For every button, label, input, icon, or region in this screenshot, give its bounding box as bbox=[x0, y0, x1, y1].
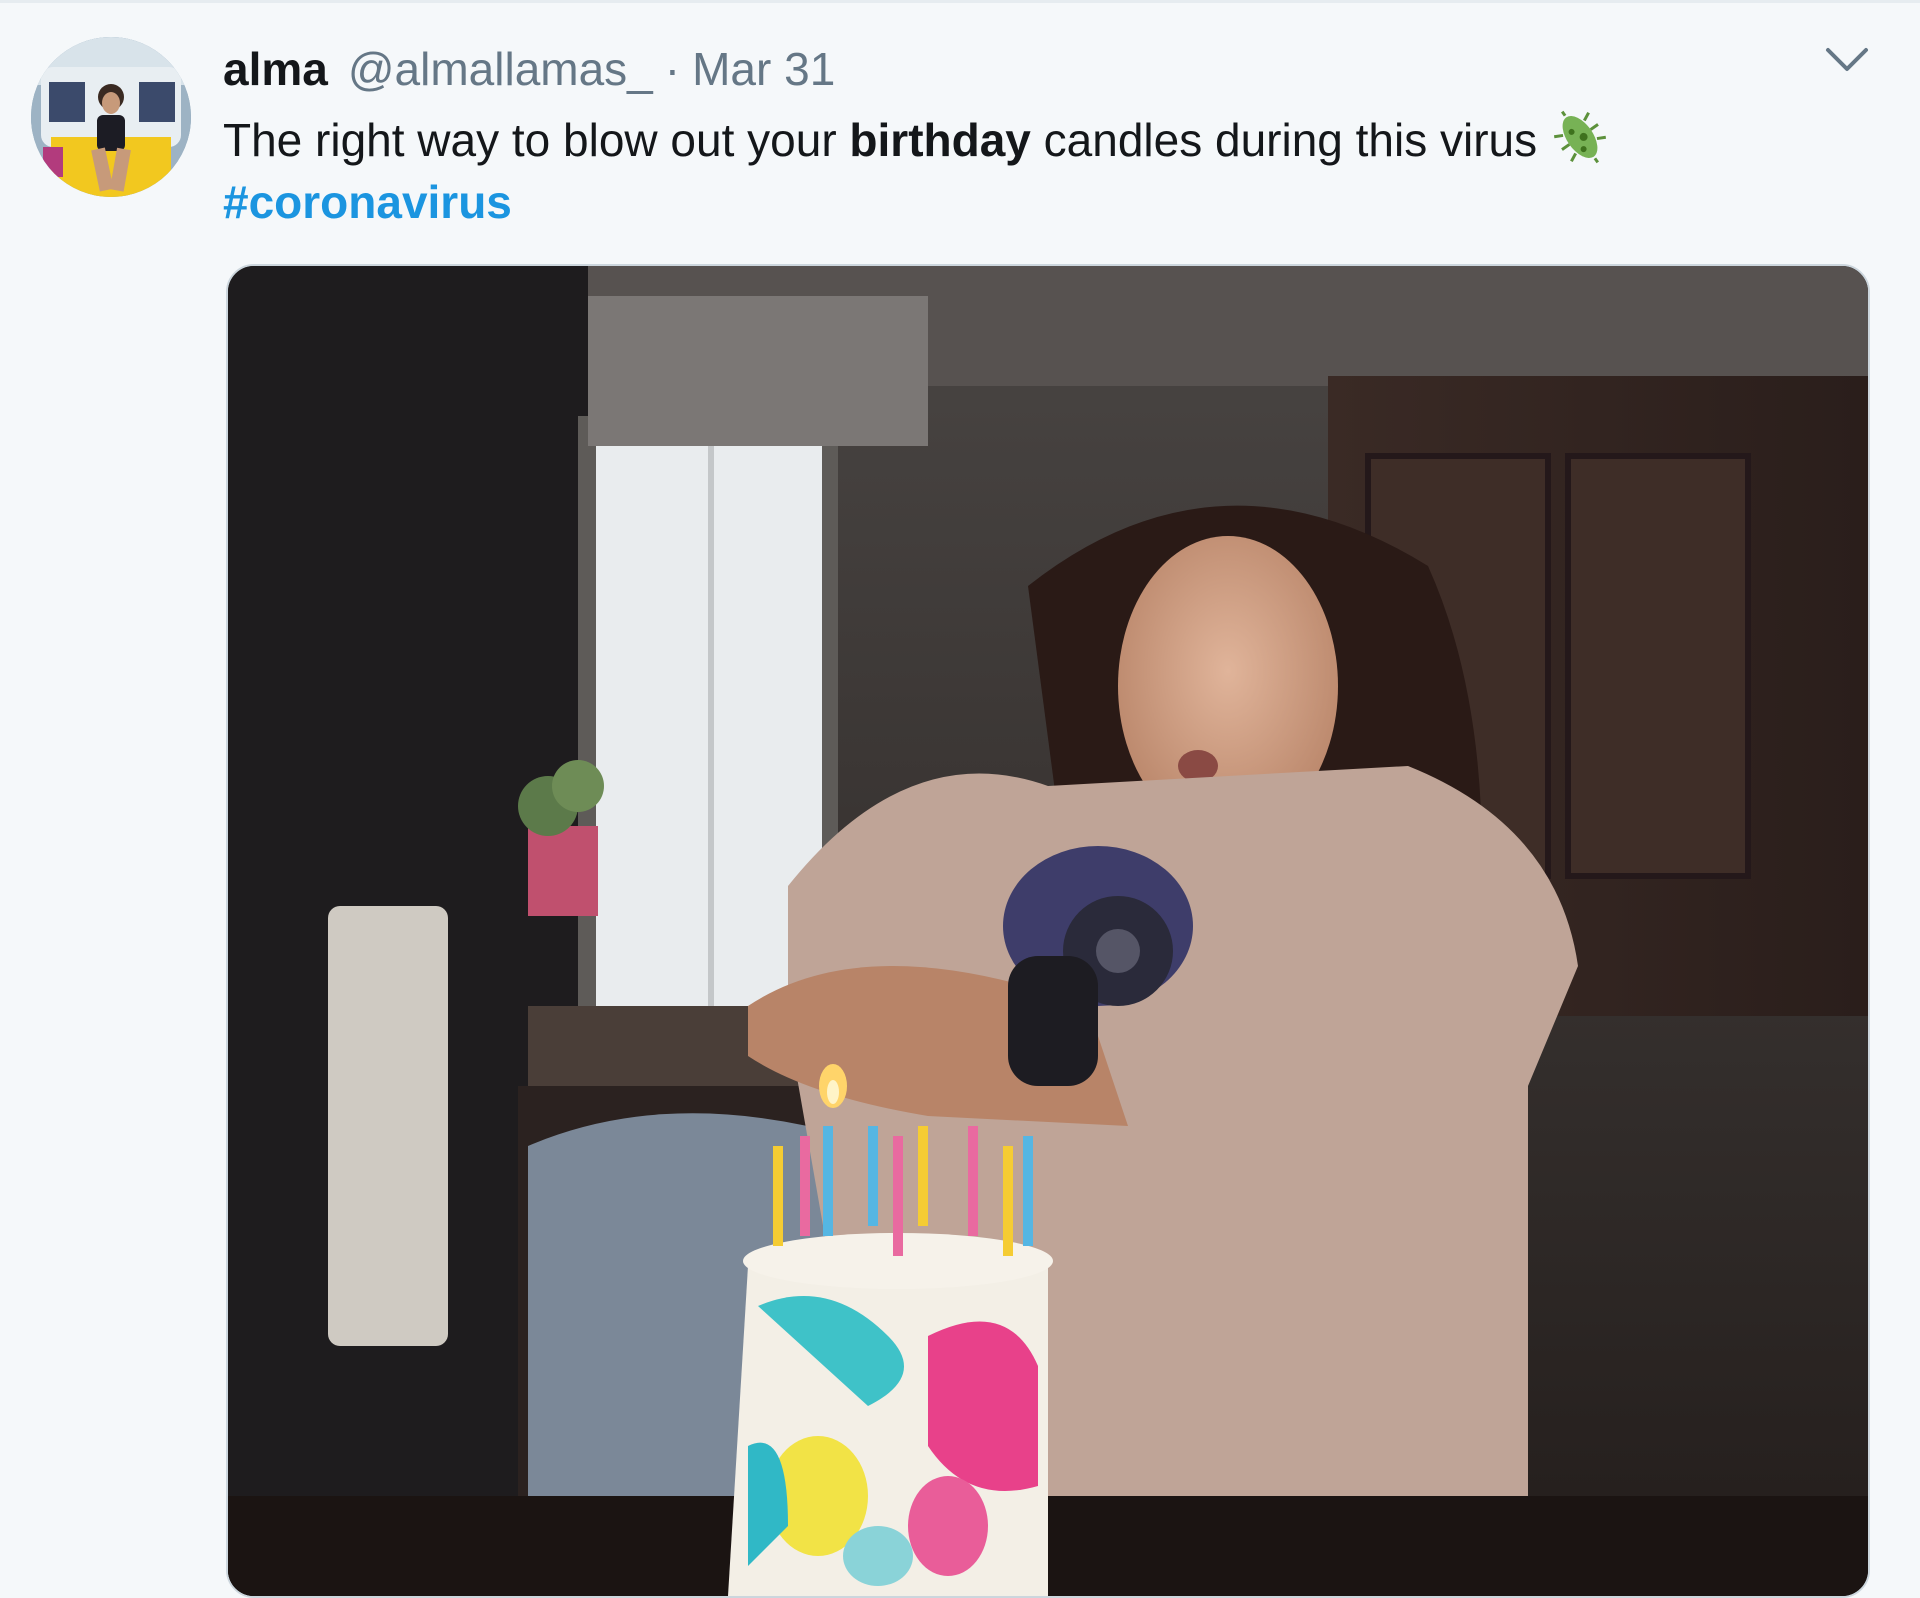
divider bbox=[0, 0, 1920, 3]
tweet-date[interactable]: Mar 31 bbox=[692, 42, 835, 96]
video-thumbnail bbox=[228, 266, 1868, 1596]
separator: · bbox=[664, 43, 681, 95]
tweet-text: The right way to blow out your birthday … bbox=[223, 106, 1783, 233]
hashtag-link[interactable]: #coronavirus bbox=[223, 176, 512, 228]
display-name[interactable]: alma bbox=[223, 42, 328, 96]
avatar[interactable] bbox=[31, 37, 191, 197]
tweet-text-bold: birthday bbox=[849, 114, 1031, 166]
microbe-icon bbox=[1554, 110, 1607, 164]
video-player[interactable] bbox=[226, 264, 1870, 1598]
tweet-text-part2: candles during this virus bbox=[1030, 114, 1538, 166]
tweet[interactable]: alma @almallamas_ · Mar 31 The right way… bbox=[0, 0, 1920, 1598]
chevron-down-icon bbox=[1826, 48, 1868, 71]
avatar-image bbox=[31, 37, 191, 197]
tweet-text-part1: The right way to blow out your bbox=[223, 114, 850, 166]
more-options-button[interactable] bbox=[1822, 42, 1872, 82]
user-handle[interactable]: @almallamas_ bbox=[348, 42, 653, 96]
tweet-header: alma @almallamas_ · Mar 31 bbox=[223, 42, 835, 98]
